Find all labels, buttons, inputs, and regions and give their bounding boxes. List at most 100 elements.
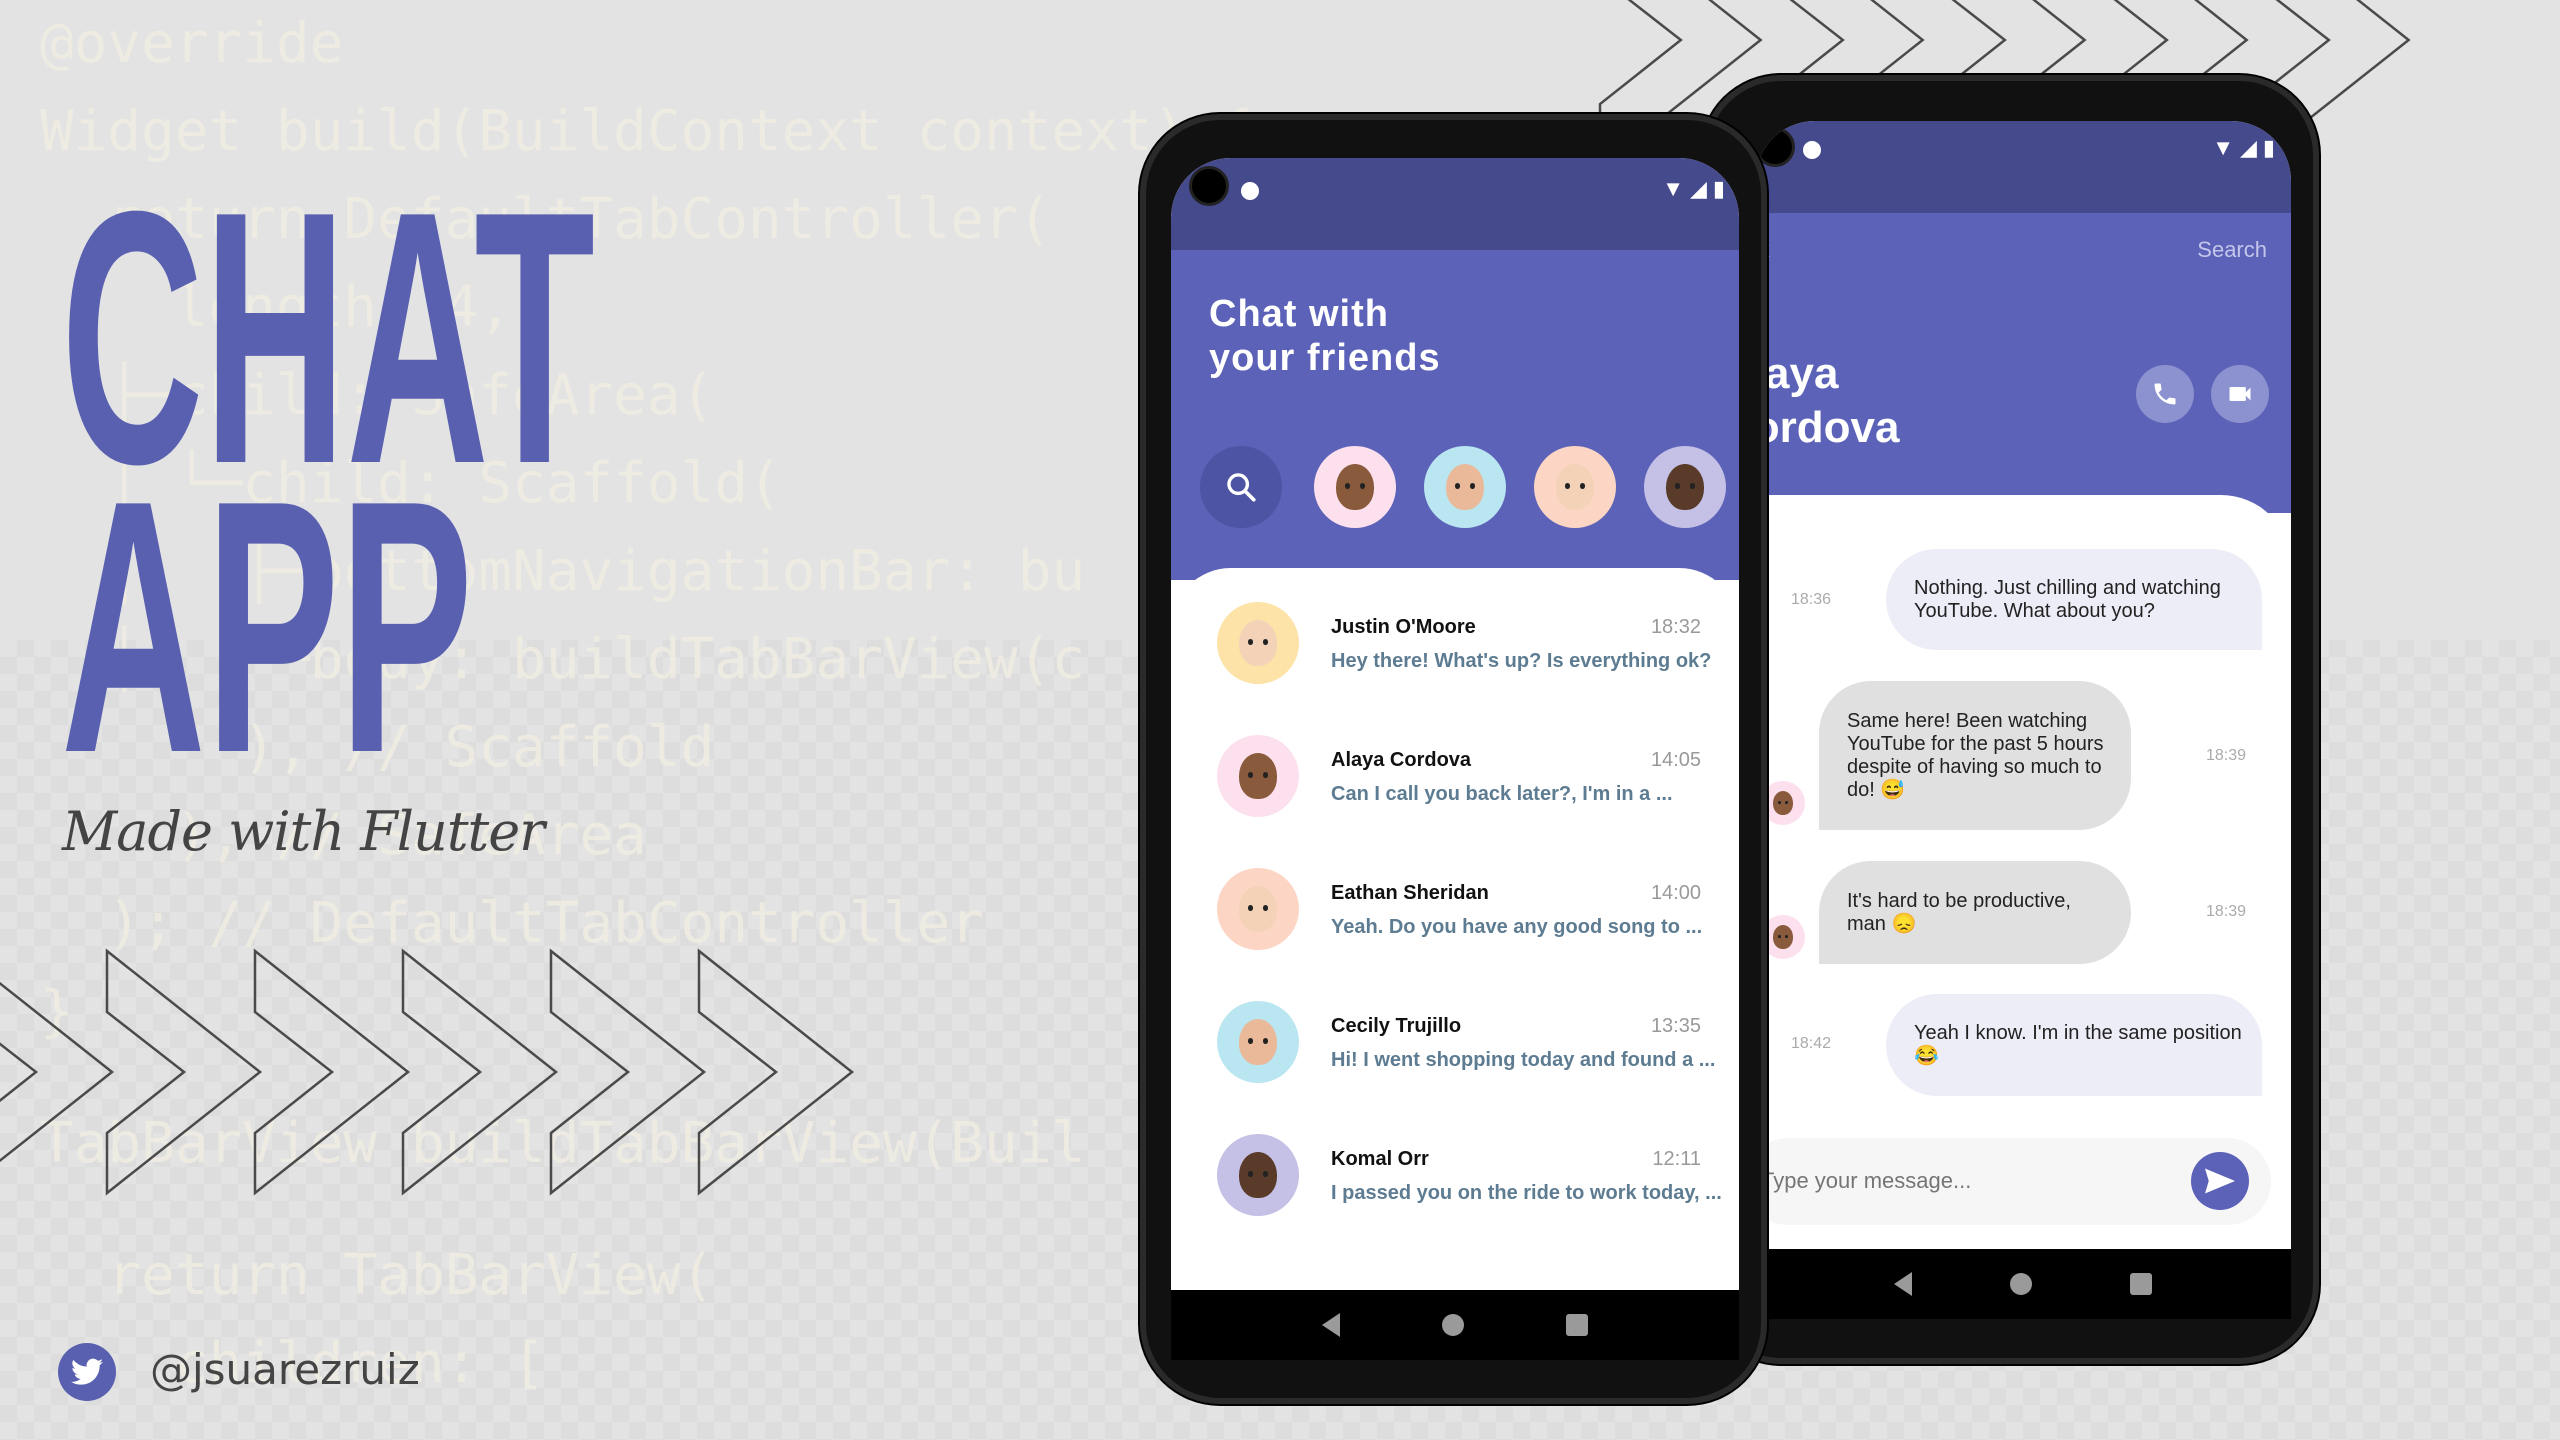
phone-conversation: ▼◢▮ Back Search Alaya Cordova Nothing. J… bbox=[1701, 75, 2319, 1364]
android-nav-bar bbox=[1755, 1249, 2291, 1319]
home-nav-icon[interactable] bbox=[1442, 1314, 1464, 1336]
message-time: 13:35 bbox=[1650, 1015, 1701, 1037]
message-bubble-sent: Nothing. Just chilling and watching YouT… bbox=[1886, 549, 2262, 650]
status-bar: ▼ ◢ ▮ bbox=[1755, 121, 2291, 213]
battery-icon: ▮ bbox=[2262, 135, 2275, 160]
recents-nav-icon[interactable] bbox=[2130, 1273, 2152, 1295]
message-text: It's hard to be productive, man 😞 bbox=[1847, 889, 2071, 935]
message-text: Yeah I know. I'm in the same position 😂 bbox=[1914, 1022, 2242, 1067]
contact-name: Komal Orr bbox=[1331, 1148, 1429, 1170]
back-nav-icon[interactable] bbox=[1322, 1313, 1340, 1337]
message-input[interactable] bbox=[1761, 1160, 2161, 1202]
story-avatar[interactable] bbox=[1314, 446, 1396, 528]
avatar bbox=[1217, 1134, 1299, 1216]
contact-name: Alaya Cordova bbox=[1331, 749, 1472, 771]
status-icons: ▼ ◢ ▮ bbox=[1662, 176, 1725, 202]
message-area: Nothing. Just chilling and watching YouT… bbox=[1755, 495, 2291, 1249]
chat-list-item[interactable]: Komal Orr 12:11 I passed you on the ride… bbox=[1171, 1134, 1739, 1281]
chat-list-item[interactable]: Eathan Sheridan 14:00 Yeah. Do you have … bbox=[1171, 868, 1739, 1015]
camera-hole bbox=[1755, 127, 1795, 167]
conversation-screen: ▼◢▮ Back Search Alaya Cordova Nothing. J… bbox=[1755, 121, 2291, 1249]
avatar-face bbox=[1336, 464, 1374, 510]
title-app: APP bbox=[61, 426, 473, 770]
twitter-icon[interactable] bbox=[58, 1343, 116, 1401]
chevron-shape bbox=[253, 948, 411, 1196]
chat-app-title: CHAT APP bbox=[61, 190, 595, 770]
chat-list: Justin O'Moore 18:32 Hey there! What's u… bbox=[1171, 568, 1739, 1290]
avatar-face bbox=[1239, 1019, 1277, 1065]
avatar-face bbox=[1239, 753, 1277, 799]
android-nav-bar bbox=[1171, 1290, 1739, 1360]
wifi-icon: ▼ bbox=[2212, 135, 2234, 160]
avatar-face bbox=[1239, 886, 1277, 932]
avatar bbox=[1217, 1001, 1299, 1083]
avatar bbox=[1217, 735, 1299, 817]
home-nav-icon[interactable] bbox=[2010, 1273, 2032, 1295]
message-time: 14:05 bbox=[1650, 749, 1701, 771]
send-button[interactable] bbox=[2191, 1152, 2249, 1210]
chevron-shape bbox=[401, 948, 559, 1196]
signal-icon: ◢ bbox=[1689, 176, 1707, 201]
avatar-face bbox=[1556, 464, 1594, 510]
message-bubble-sent: Yeah I know. I'm in the same position 😂 bbox=[1886, 994, 2262, 1096]
contact-name: Eathan Sheridan bbox=[1331, 882, 1489, 904]
message-preview: I passed you on the ride to work today, … bbox=[1331, 1182, 1722, 1204]
message-time: 18:36 bbox=[1791, 591, 1832, 608]
chevron-shape bbox=[0, 981, 115, 1163]
message-bubble-received: It's hard to be productive, man 😞 bbox=[1819, 861, 2131, 964]
subtitle: Made with Flutter bbox=[62, 800, 545, 863]
notification-icon bbox=[1241, 182, 1259, 200]
contact-name: Alaya Cordova bbox=[1755, 347, 1899, 455]
status-icons: ▼ ◢ ▮ bbox=[2212, 135, 2275, 161]
contact-name: Justin O'Moore bbox=[1331, 616, 1476, 638]
search-icon bbox=[1227, 473, 1256, 502]
call-button[interactable] bbox=[2136, 365, 2194, 423]
signal-icon: ◢ bbox=[2239, 135, 2257, 160]
chevron-shape bbox=[549, 948, 707, 1196]
message-text: Nothing. Just chilling and watching YouT… bbox=[1914, 576, 2221, 622]
message-time: 18:39 bbox=[2206, 747, 2247, 764]
avatar bbox=[1217, 868, 1299, 950]
video-camera-icon bbox=[2229, 387, 2251, 401]
message-bubble-received: Same here! Been watching YouTube for the… bbox=[1819, 681, 2131, 830]
message-preview: Can I call you back later?, I'm in a ... bbox=[1331, 783, 1673, 805]
search-button[interactable] bbox=[1200, 446, 1282, 528]
battery-icon: ▮ bbox=[1712, 176, 1725, 201]
story-avatar[interactable] bbox=[1424, 446, 1506, 528]
conversation-header: Back Search Alaya Cordova bbox=[1755, 213, 2291, 513]
back-nav-icon[interactable] bbox=[1894, 1272, 1912, 1296]
message-text: Same here! Been watching YouTube for the… bbox=[1847, 709, 2104, 801]
recents-nav-icon[interactable] bbox=[1566, 1314, 1588, 1336]
contact-first-name: Alaya bbox=[1755, 349, 1839, 398]
chevron-shape bbox=[105, 948, 263, 1196]
send-icon bbox=[2205, 1168, 2235, 1194]
phone-icon bbox=[2154, 383, 2176, 405]
message-time: 14:00 bbox=[1650, 882, 1701, 904]
avatar-face bbox=[1666, 464, 1704, 510]
message-time: 18:42 bbox=[1791, 1035, 1832, 1052]
chat-list-item[interactable]: Justin O'Moore 18:32 Hey there! What's u… bbox=[1171, 602, 1739, 749]
page-title: Chat with your friends bbox=[1209, 292, 1441, 380]
contact-name: Cecily Trujillo bbox=[1331, 1015, 1462, 1037]
message-preview: Hey there! What's up? Is everything ok? bbox=[1331, 650, 1712, 672]
message-preview: Yeah. Do you have any good song to ... bbox=[1331, 916, 1703, 938]
contact-avatar-small bbox=[1761, 915, 1805, 959]
chat-list-item[interactable]: Cecily Trujillo 13:35 Hi! I went shoppin… bbox=[1171, 1001, 1739, 1148]
chevron-shape bbox=[697, 948, 855, 1196]
chat-list-screen: ▼ ◢ ▮ Chat with your friends Justin O'Moor… bbox=[1171, 158, 1739, 1290]
message-preview: Hi! I went shopping today and found a ..… bbox=[1331, 1049, 1716, 1071]
avatar-face bbox=[1239, 1152, 1277, 1198]
story-avatar[interactable] bbox=[1534, 446, 1616, 528]
story-avatar[interactable] bbox=[1644, 446, 1726, 528]
message-time: 12:11 bbox=[1652, 1148, 1701, 1170]
title-line: your friends bbox=[1209, 337, 1441, 379]
search-button[interactable]: Search bbox=[2197, 237, 2267, 263]
contact-avatar-small bbox=[1761, 781, 1805, 825]
twitter-handle[interactable]: @jsuarezruiz bbox=[150, 1345, 420, 1394]
video-call-button[interactable] bbox=[2211, 365, 2269, 423]
message-input-container bbox=[1755, 1138, 2271, 1225]
chat-list-item[interactable]: Alaya Cordova 14:05 Can I call you back … bbox=[1171, 735, 1739, 882]
message-time: 18:39 bbox=[2206, 903, 2247, 920]
avatar-face bbox=[1239, 620, 1277, 666]
avatar bbox=[1217, 602, 1299, 684]
